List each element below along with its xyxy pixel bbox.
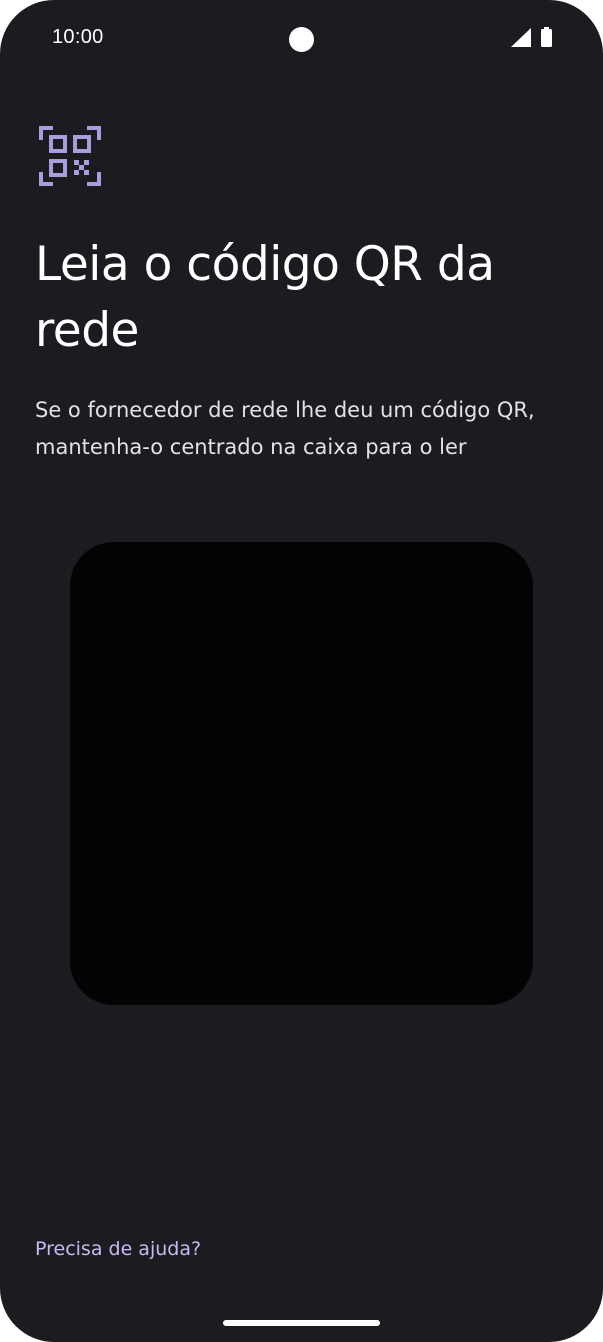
page-title: Leia o código QR da rede [35,237,495,358]
phone-screen: 10:00 Leia o código QR da rede Se o forn… [0,0,603,1342]
qr-camera-viewfinder [70,542,533,1005]
page-description: Se o fornecedor de rede lhe deu um códig… [35,398,535,459]
status-bar: 10:00 [0,0,603,76]
help-link[interactable]: Precisa de ajuda? [35,1238,201,1260]
gesture-navigation-bar[interactable] [223,1320,380,1326]
battery-icon [541,27,552,47]
camera-cutout [289,27,314,52]
qr-code-scanner-icon [39,126,101,186]
status-clock: 10:00 [52,26,104,48]
cellular-signal-icon [511,28,531,47]
